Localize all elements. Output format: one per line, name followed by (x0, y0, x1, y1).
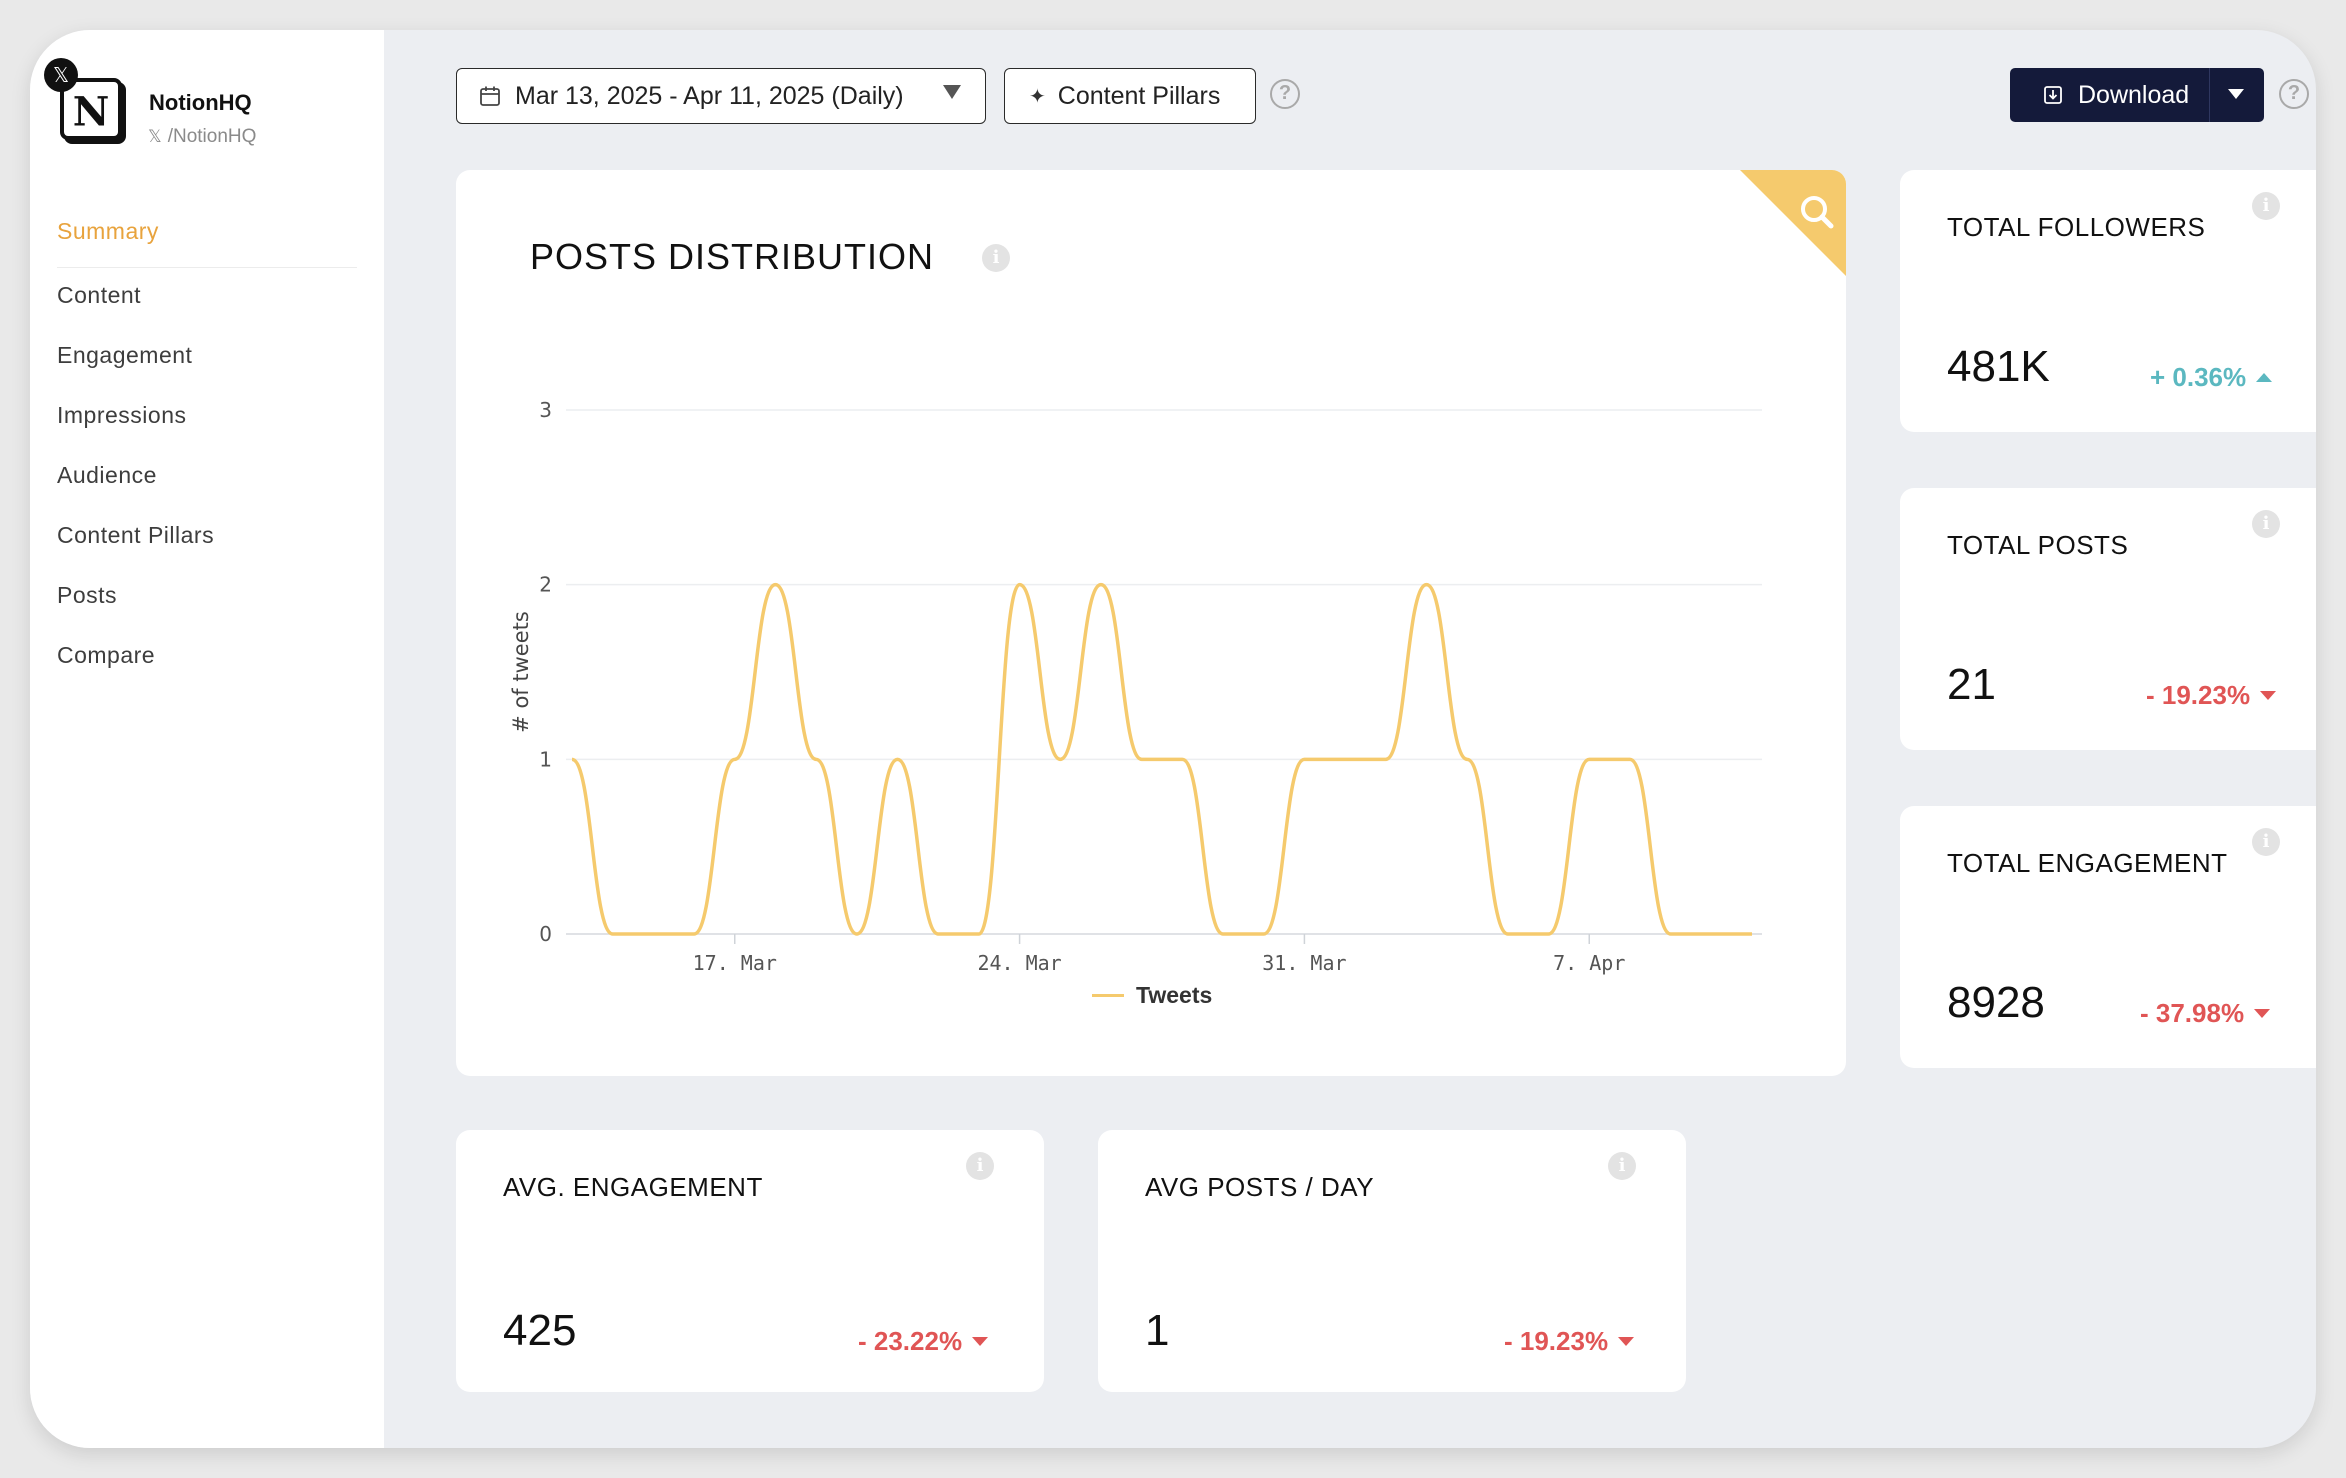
stat-value: 1 (1145, 1306, 1170, 1355)
legend-label: Tweets (1136, 982, 1213, 1008)
download-button[interactable]: Download (2010, 68, 2264, 122)
y-tick-label: 3 (539, 398, 552, 422)
trend-down-icon (1618, 1337, 1635, 1346)
sidebar-item-content-pillars[interactable]: Content Pillars (57, 516, 357, 576)
notion-logo-icon: N (73, 89, 110, 136)
x-small-icon: 𝕏 (148, 127, 162, 146)
info-icon[interactable]: i (2252, 510, 2280, 538)
download-label: Download (2078, 80, 2190, 109)
date-range-picker[interactable]: Mar 13, 2025 - Apr 11, 2025 (Daily) (456, 68, 986, 124)
help-icon[interactable]: ? (1270, 79, 1300, 109)
x-tick-label: 7. Apr (1553, 951, 1625, 975)
posts-line-chart: 0 1 2 3 17. Mar 24. Mar 31. Mar 7. Apr # of twee… (509, 398, 1762, 975)
stat-value: 481K (1947, 342, 2050, 391)
sidebar-item-posts[interactable]: Posts (57, 576, 357, 636)
sparkle-icon: ✦ (1029, 85, 1046, 108)
chart-legend[interactable]: Tweets (1092, 982, 1212, 1009)
x-tick-label: 17. Mar (693, 951, 777, 975)
avg-posts-per-day-card: AVG POSTS / DAY i 1 - 19.23% (1098, 1130, 1686, 1392)
delta-text: - 19.23% (2146, 680, 2251, 710)
stat-delta: - 19.23% (2146, 680, 2277, 711)
avg-engagement-card: AVG. ENGAGEMENT i 425 - 23.22% (456, 1130, 1044, 1392)
download-icon (2044, 86, 2062, 104)
y-tick-label: 1 (539, 747, 552, 771)
info-icon[interactable]: i (966, 1152, 994, 1180)
y-tick-label: 0 (539, 922, 552, 946)
profile-handle: /NotionHQ (167, 126, 257, 147)
trend-down-icon (2254, 1009, 2271, 1018)
sidebar-item-engagement[interactable]: Engagement (57, 336, 357, 396)
trend-down-icon (2260, 691, 2277, 700)
profile-header: N 𝕏 NotionHQ 𝕏/NotionHQ (40, 48, 370, 158)
date-range-label: Mar 13, 2025 - Apr 11, 2025 (Daily) (515, 81, 904, 110)
download-divider (2209, 68, 2210, 122)
sidebar-item-summary[interactable]: Summary (57, 212, 357, 268)
sidebar-nav: Summary Content Engagement Impressions A… (57, 212, 357, 696)
sidebar-item-impressions[interactable]: Impressions (57, 396, 357, 456)
trend-up-icon (2256, 373, 2273, 382)
calendar-icon (480, 86, 500, 106)
stat-delta: - 23.22% (858, 1326, 989, 1357)
info-icon[interactable]: i (2252, 192, 2280, 220)
download-help-icon[interactable]: ? (2279, 79, 2309, 109)
stat-title: TOTAL FOLLOWERS (1947, 212, 2206, 242)
content-pillars-button[interactable]: ✦ Content Pillars (1004, 68, 1256, 124)
x-tick-label: 31. Mar (1262, 951, 1346, 975)
posts-distribution-card: POSTS DISTRIBUTION i 0 1 2 3 17. Mar 24. Mar 3… (456, 170, 1846, 1076)
stat-delta: - 37.98% (2140, 998, 2271, 1029)
x-tick-label: 24. Mar (977, 951, 1061, 975)
sidebar: N 𝕏 NotionHQ 𝕏/NotionHQ Summary Content … (30, 30, 384, 1448)
total-followers-card: TOTAL FOLLOWERS i 481K + 0.36% (1900, 170, 2316, 432)
total-posts-card: TOTAL POSTS i 21 - 19.23% (1900, 488, 2316, 750)
info-icon[interactable]: i (1608, 1152, 1636, 1180)
total-engagement-card: TOTAL ENGAGEMENT i 8928 - 37.98% (1900, 806, 2316, 1068)
profile-handle-row[interactable]: 𝕏/NotionHQ (148, 126, 256, 148)
trend-down-icon (972, 1337, 989, 1346)
download-dropdown-icon[interactable] (2228, 89, 2244, 99)
stat-value: 21 (1947, 660, 1996, 709)
sidebar-item-audience[interactable]: Audience (57, 456, 357, 516)
stat-title: TOTAL ENGAGEMENT (1947, 848, 2228, 878)
stat-title: AVG POSTS / DAY (1145, 1172, 1375, 1202)
delta-text: + 0.36% (2150, 362, 2247, 392)
y-axis-label: # of tweets (509, 611, 533, 733)
svg-text:N: N (73, 89, 110, 136)
y-tick-label: 2 (539, 573, 552, 597)
sidebar-item-content[interactable]: Content (57, 276, 357, 336)
stat-title: TOTAL POSTS (1947, 530, 2129, 560)
chevron-down-icon (943, 85, 961, 99)
stat-title: AVG. ENGAGEMENT (503, 1172, 763, 1202)
stat-value: 425 (503, 1306, 577, 1355)
content-pillars-label: Content Pillars (1057, 81, 1221, 110)
delta-text: - 19.23% (1504, 1326, 1609, 1356)
sidebar-item-compare[interactable]: Compare (57, 636, 357, 696)
x-logo-icon: 𝕏 (44, 58, 78, 92)
profile-name: NotionHQ (149, 90, 252, 115)
stat-value: 8928 (1947, 978, 2045, 1027)
info-icon[interactable]: i (2252, 828, 2280, 856)
app-window: N 𝕏 NotionHQ 𝕏/NotionHQ Summary Content … (30, 30, 2316, 1448)
stat-delta: - 19.23% (1504, 1326, 1635, 1357)
stat-delta: + 0.36% (2150, 362, 2273, 393)
delta-text: - 37.98% (2140, 998, 2245, 1028)
legend-swatch (1092, 994, 1124, 997)
delta-text: - 23.22% (858, 1326, 963, 1356)
